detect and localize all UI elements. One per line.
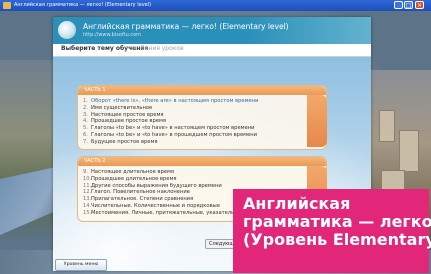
app-icon (3, 2, 11, 9)
part-1-tab[interactable] (307, 95, 327, 147)
caption-line-1: Английская (243, 194, 351, 213)
building (399, 130, 419, 172)
lesson-item[interactable]: 12.Глагол. Повелительное наклонение (83, 189, 245, 196)
lesson-item[interactable]: 13.Прилагательное. Степени сравнения (83, 196, 245, 203)
topic-hint[interactable]: Линия уроков (140, 45, 184, 52)
minimize-button[interactable]: _ (394, 1, 403, 9)
part-1-panel: ЧАСТЬ 1 1. Оборот «there is», «there are»… (77, 85, 327, 150)
building (379, 110, 395, 142)
maximize-button[interactable]: □ (404, 1, 413, 9)
lesson-item[interactable]: 3. Настоящее простое время (83, 112, 258, 119)
window-titlebar[interactable]: Английская грамматика — легко! (Elementa… (0, 0, 431, 11)
close-button[interactable]: × (415, 1, 424, 9)
globe-logo-icon (58, 21, 76, 39)
lesson-item[interactable]: 15.Местоимения. Личные, притяжательные, … (83, 210, 245, 217)
lesson-item[interactable]: 7. Будущее простое время (83, 139, 258, 146)
lesson-item[interactable]: 5. Глаголы «to be» и «to have» в настояще… (83, 125, 258, 132)
arrow-right-icon: → (131, 45, 137, 52)
app-header: Английская грамматика — легко! (Elementa… (53, 17, 371, 44)
lesson-item[interactable]: 11.Другие способы выражения будущего вре… (83, 183, 245, 190)
part-2-header: ЧАСТЬ 2 (78, 157, 326, 166)
level-menu-button[interactable]: Уровень меню (55, 259, 107, 271)
lesson-item[interactable]: 6. Глаголы «to be» и «to have» в прошедше… (83, 132, 258, 139)
part-2-list: 9. Настоящее длительное время 10.Прошедше… (83, 169, 245, 217)
lesson-item[interactable]: 14.Числительные. Количественные и порядк… (83, 203, 245, 210)
lesson-item[interactable]: 4. Прошедшее простое время (83, 118, 258, 125)
caption-line-3: (Уровень Elementary) (243, 230, 431, 249)
part-1-title: ЧАСТЬ 1 (84, 87, 106, 93)
part-2-title: ЧАСТЬ 2 (84, 158, 106, 164)
lesson-item[interactable]: 9. Настоящее длительное время (83, 169, 245, 176)
lesson-item[interactable]: 10.Прошедшее длительное время (83, 176, 245, 183)
window-title: Английская грамматика — легко! (Elementa… (14, 2, 152, 8)
app-title: Английская грамматика — легко! (Elementa… (83, 22, 289, 31)
caption-line-2: грамматика — легко! (243, 212, 431, 231)
lesson-item[interactable]: 1. Оборот «there is», «there are» в насто… (83, 98, 258, 105)
app-url[interactable]: http://www.bisoftu.com (83, 32, 141, 38)
topic-bar: Выберите тему обучения → Линия уроков (53, 44, 371, 57)
part-1-header: ЧАСТЬ 1 (78, 86, 326, 95)
lesson-item[interactable]: 2. Имя существительное (83, 105, 258, 112)
part-1-list: 1. Оборот «there is», «there are» в насто… (83, 98, 258, 146)
caption-banner: Английская грамматика — легко! (Уровень … (233, 189, 431, 273)
